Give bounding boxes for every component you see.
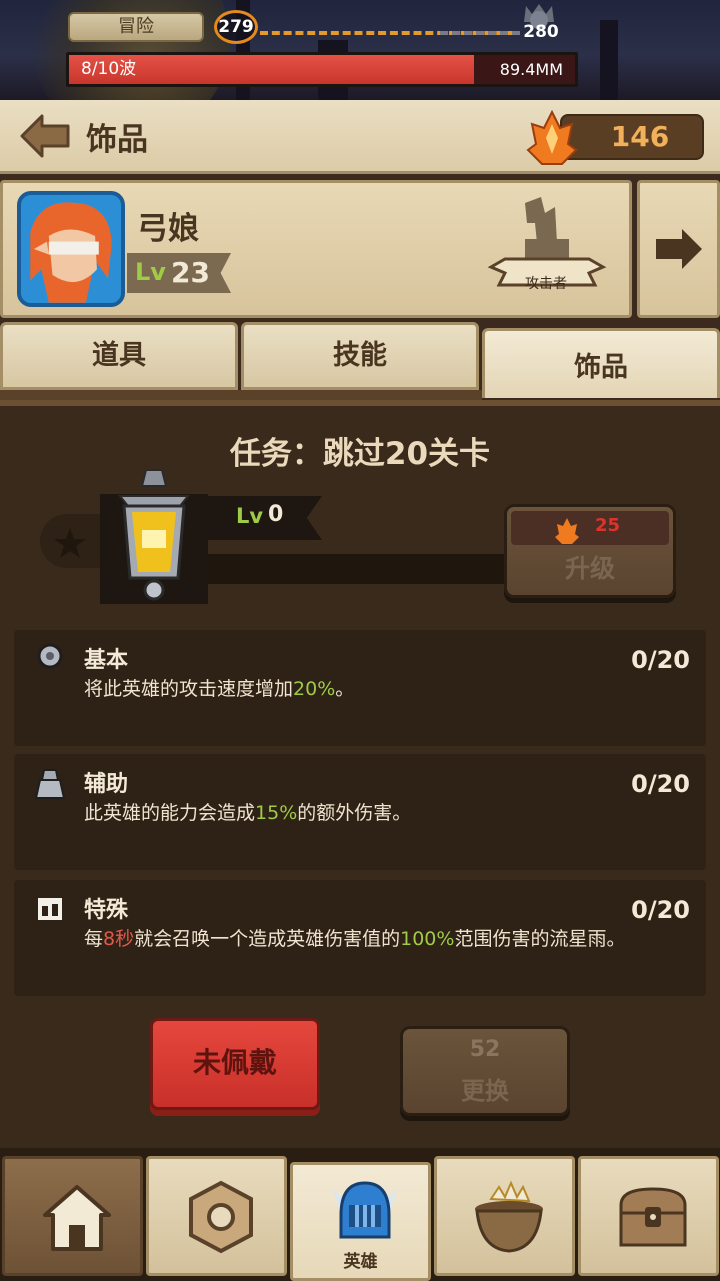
role-label: 攻击者 [525,276,567,292]
hero-card: 弓娘 Lv 23 攻击者 [0,180,632,318]
gem-count: 146 [610,120,670,153]
nav-hero[interactable]: 英雄 [290,1162,431,1281]
accessory-level-bar [170,554,510,584]
current-stage: 279 [214,10,258,44]
archer-portrait-icon [30,202,112,303]
nav-upgrade[interactable] [146,1156,287,1276]
home-icon [43,1185,111,1251]
gem-icon [555,518,579,544]
page-title: 饰品 [86,122,148,158]
next-arrow-icon [656,229,702,269]
wave-progress-bar: 8/10波 89.4MM [66,52,578,87]
replace-cost: 52 [469,1037,501,1062]
helmet-icon [333,1181,397,1239]
ability-progress: 0/20 [631,896,690,924]
ability-description: 此英雄的能力会造成15%的额外伤害。 [84,802,412,824]
ability-progress: 0/20 [631,770,690,798]
gem-counter[interactable]: 146 [526,110,704,165]
background-tree [600,20,618,100]
ability-progress: 0/20 [631,646,690,674]
hero-level-badge: Lv 23 [127,253,231,293]
bottom-nav: 英雄 [0,1148,720,1281]
ability-name: 基本 [84,648,129,673]
ability-basic: 基本 将此英雄的攻击速度增加20%。 0/20 [14,630,706,746]
replace-label: 更换 [461,1077,509,1105]
ability-description: 将此英雄的攻击速度增加20%。 [84,678,355,700]
special-rune-icon [38,898,62,920]
fire-gem-icon [526,110,578,165]
accessory-level-label: Lv [236,504,264,528]
page-header: 饰品 146 [0,100,720,174]
mode-badge[interactable]: 冒险 [68,12,204,42]
hero-portrait[interactable] [17,191,125,307]
game-status-strip: 冒险 279 280 8/10波 89.4MM [0,0,720,100]
chest-icon [619,1187,687,1247]
cauldron-icon [475,1180,543,1253]
stage-path-remaining [440,31,520,35]
nav-hero-label: 英雄 [343,1252,378,1272]
ability-support: 辅助 此英雄的能力会造成15%的额外伤害。 0/20 [14,754,706,870]
nav-shop[interactable] [434,1156,575,1276]
ability-name: 辅助 [84,772,129,797]
next-stage: 280 [523,22,559,42]
ability-special: 特殊 每8秒就会召唤一个造成英雄伤害值的100%范围伤害的流星雨。 0/20 [14,880,706,996]
next-hero-button[interactable] [637,180,720,318]
enemy-hp: 89.4MM [499,60,563,79]
nav-chest[interactable] [578,1156,719,1276]
basic-orb-icon [37,643,63,669]
tab-items[interactable]: 道具 [0,322,238,390]
hero-name: 弓娘 [137,211,199,247]
support-cap-icon [34,769,66,799]
upgrade-button[interactable]: 25 升级 [504,504,676,598]
tab-skills[interactable]: 技能 [241,322,479,390]
upgrade-cost: 25 [595,515,621,536]
upgrade-label: 升级 [564,554,615,583]
nut-icon [189,1180,253,1254]
wave-counter: 8/10波 [81,59,137,79]
back-arrow-icon[interactable] [18,110,72,162]
replace-button[interactable]: 52 更换 [400,1026,570,1116]
lantern-icon[interactable] [96,466,212,606]
star-icon [54,528,86,558]
tab-accessories[interactable]: 饰品 [482,328,720,398]
upgrade-cost-bar: 25 [511,511,669,545]
ability-description: 每8秒就会召唤一个造成英雄伤害值的100%范围伤害的流星雨。 [84,928,626,950]
accessory-level-value: 0 [268,502,284,527]
equip-button[interactable]: 未佩戴 [150,1018,320,1110]
hero-level-value: 23 [171,256,210,289]
accessory-panel: 任务：跳过20关卡 Lv 0 25 升级 基本 将此英雄的攻击速度增加20%。 … [0,400,720,1148]
accessory-display: Lv 0 25 升级 [40,469,680,616]
ability-name: 特殊 [84,898,129,923]
nav-home[interactable] [2,1156,143,1276]
hero-level-label: Lv [135,258,166,286]
